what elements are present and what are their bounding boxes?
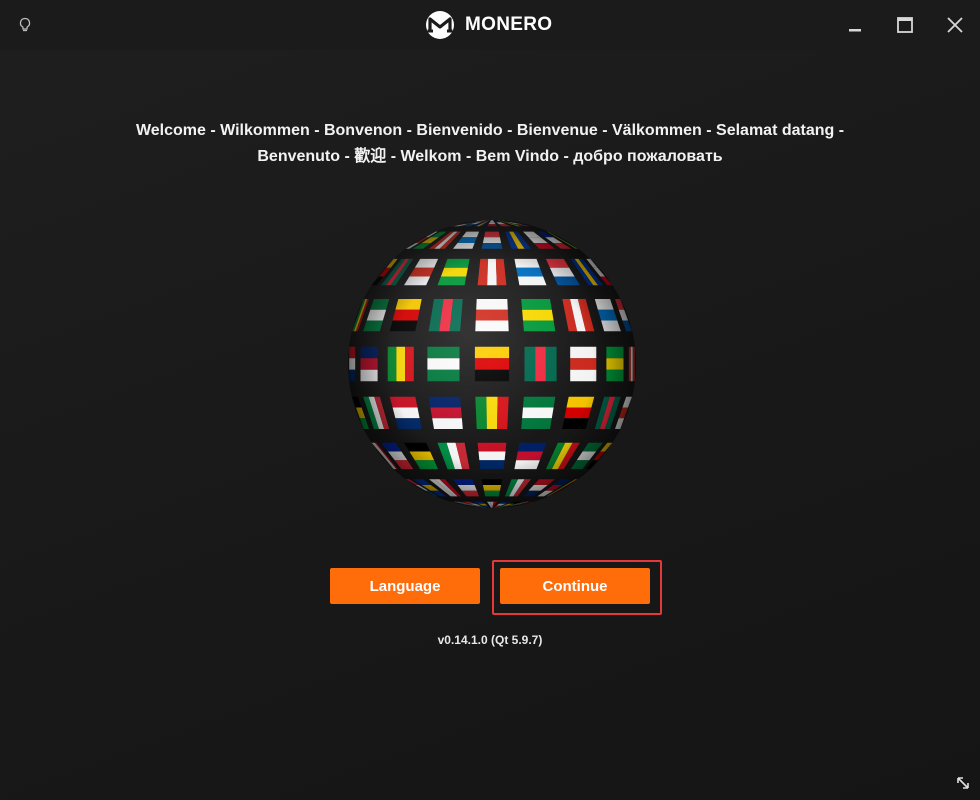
- continue-button[interactable]: Continue: [500, 568, 650, 604]
- monero-wallet-window: MONERO Welcome - Wilkommen - Bonvenon - …: [0, 0, 980, 800]
- welcome-message: Welcome - Wilkommen - Bonvenon - Bienven…: [90, 118, 890, 170]
- app-name: MONERO: [465, 14, 553, 35]
- minimize-icon: [849, 29, 861, 32]
- globe-illustration: [348, 220, 636, 508]
- close-button[interactable]: [939, 9, 971, 41]
- resize-diagonal-icon[interactable]: [952, 772, 974, 794]
- title-bar: MONERO: [0, 0, 980, 50]
- minimize-button[interactable]: [839, 9, 871, 41]
- world-flags-globe: [347, 219, 637, 509]
- version-label: v0.14.1.0 (Qt 5.9.7): [437, 633, 543, 647]
- monero-logo-icon: [426, 11, 454, 39]
- welcome-line-2: Benvenuto - 歡迎 - Welkom - Bem Vindo - до…: [257, 148, 723, 165]
- maximize-button[interactable]: [889, 9, 921, 41]
- welcome-line-1: Welcome - Wilkommen - Bonvenon - Bienven…: [135, 122, 845, 139]
- lightbulb-icon[interactable]: [14, 14, 36, 36]
- language-button[interactable]: Language: [330, 568, 480, 604]
- close-icon: [947, 17, 963, 33]
- maximize-icon: [897, 17, 913, 33]
- app-brand: MONERO: [425, 10, 552, 40]
